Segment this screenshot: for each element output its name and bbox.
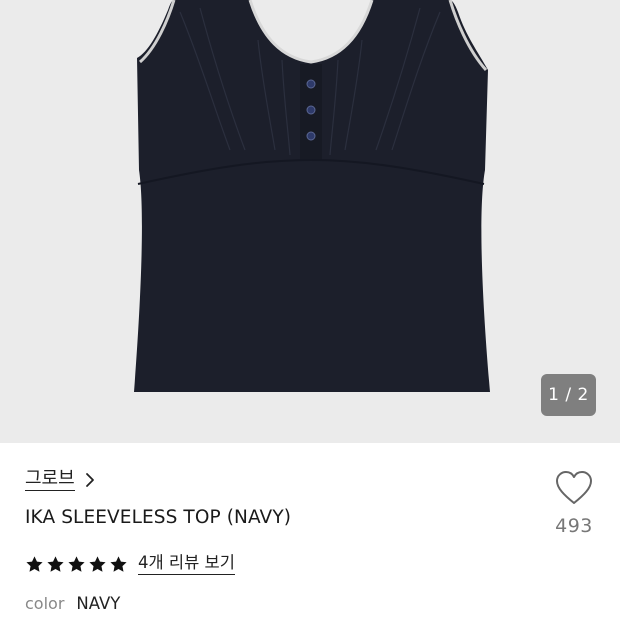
like-count: 493 — [555, 515, 593, 537]
brand-link[interactable]: 그로브 — [25, 467, 95, 493]
star-icon — [89, 555, 106, 572]
heart-outline-icon — [556, 471, 592, 504]
star-icon — [47, 555, 64, 572]
star-icon — [68, 555, 85, 572]
product-detail-page: 1 / 2 그로브 IKA SLEEVELESS TOP (NAVY) 4개 리… — [0, 0, 620, 620]
product-image — [134, 0, 490, 392]
brand-name: 그로브 — [25, 468, 75, 491]
product-title: IKA SLEEVELESS TOP (NAVY) — [25, 507, 292, 528]
image-counter: 1 / 2 — [541, 374, 596, 416]
chevron-right-icon — [85, 473, 94, 487]
view-reviews-link[interactable]: 4개 리뷰 보기 — [138, 553, 235, 575]
rating-row: 4개 리뷰 보기 — [25, 551, 235, 577]
star-icon — [110, 555, 127, 572]
star-icon — [26, 555, 43, 572]
like-button[interactable]: 493 — [546, 470, 602, 537]
garment-shape — [134, 0, 490, 392]
color-row: color NAVY — [25, 594, 120, 613]
color-value: NAVY — [76, 594, 121, 613]
product-image-gallery[interactable]: 1 / 2 — [0, 0, 620, 443]
color-label: color — [25, 594, 65, 613]
star-rating — [25, 555, 128, 574]
